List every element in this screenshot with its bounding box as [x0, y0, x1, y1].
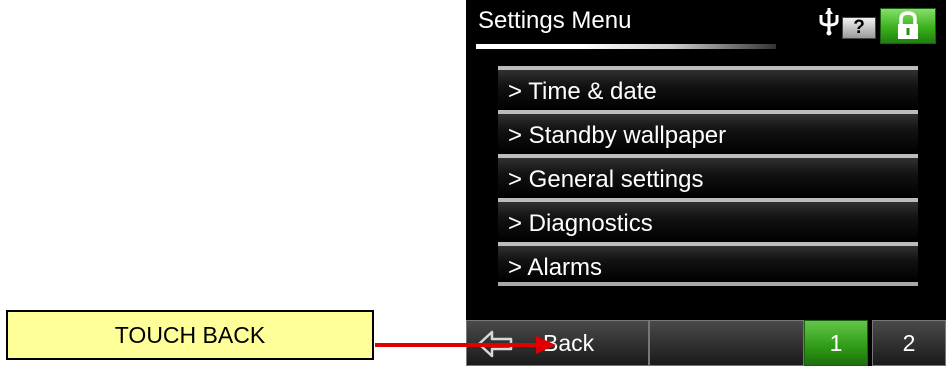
menu-item-general-settings[interactable]: > General settings [498, 154, 918, 198]
help-label: ? [853, 17, 865, 38]
stage: TOUCH BACK Settings Menu ? > Time & date… [0, 0, 946, 366]
header: Settings Menu ? [466, 0, 946, 49]
device-screen: Settings Menu ? > Time & date > Standby … [466, 0, 946, 366]
page-2-button[interactable]: 2 [872, 320, 946, 366]
title-underline [476, 44, 776, 49]
menu-item-label: > Alarms [508, 254, 603, 281]
menu-item-alarms[interactable]: > Alarms [498, 242, 918, 286]
back-button[interactable]: Back [466, 320, 649, 366]
help-button[interactable]: ? [842, 17, 876, 39]
bottom-bar: Back 1 2 [466, 320, 946, 366]
lock-icon [898, 11, 918, 39]
menu-item-label: > General settings [508, 166, 704, 193]
menu-item-label: > Time & date [508, 78, 657, 105]
page-1-label: 1 [829, 330, 843, 356]
settings-menu: > Time & date > Standby wallpaper > Gene… [498, 66, 918, 286]
menu-item-standby-wallpaper[interactable]: > Standby wallpaper [498, 110, 918, 154]
blank-footer-button [649, 320, 804, 366]
menu-item-diagnostics[interactable]: > Diagnostics [498, 198, 918, 242]
back-arrow-icon [477, 330, 513, 358]
usb-icon [819, 8, 839, 36]
page-1-button[interactable]: 1 [804, 320, 868, 366]
lock-button[interactable] [880, 8, 936, 44]
page-title: Settings Menu [478, 7, 632, 34]
callout-label: TOUCH BACK [114, 321, 266, 348]
menu-item-label: > Standby wallpaper [508, 122, 727, 149]
touch-back-callout: TOUCH BACK [6, 310, 374, 360]
menu-item-time-date[interactable]: > Time & date [498, 66, 918, 110]
menu-item-label: > Diagnostics [508, 210, 653, 237]
page-2-label: 2 [902, 330, 916, 356]
back-label: Back [543, 330, 595, 356]
